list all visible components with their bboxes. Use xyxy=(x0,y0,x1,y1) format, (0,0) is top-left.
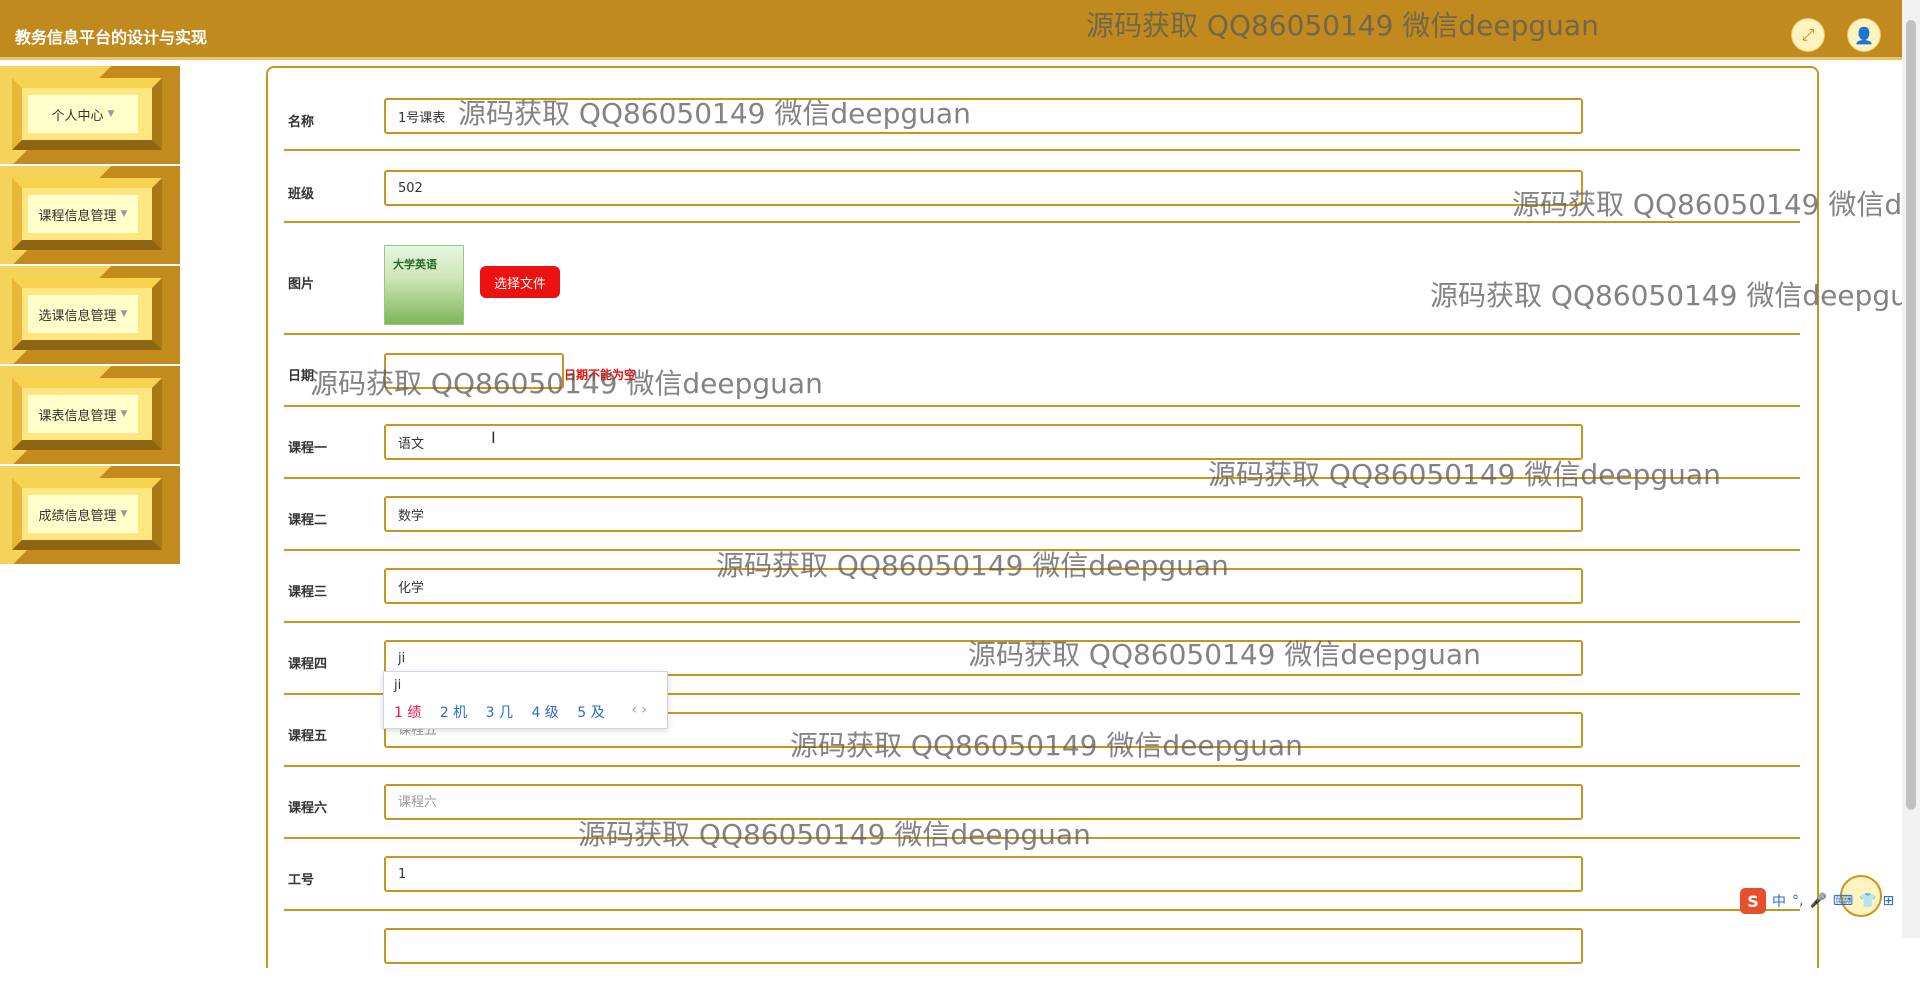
fullscreen-button[interactable]: ⤢ xyxy=(1791,18,1825,52)
skin-icon[interactable]: 👕 xyxy=(1859,893,1876,909)
ime-candidate[interactable]: 4 级 xyxy=(531,705,558,721)
class-input[interactable] xyxy=(384,170,1583,206)
form-row-course1: 课程一 xyxy=(284,405,1800,479)
thumbnail-caption: 大学英语 xyxy=(393,258,437,271)
caret-down-icon: ▼ xyxy=(120,409,128,419)
user-icon: 👤 xyxy=(1854,25,1874,45)
field-label: 班级 xyxy=(288,187,315,202)
text-cursor-icon: I xyxy=(491,428,496,447)
sidebar-item-label[interactable]: 成绩信息管理 ▼ xyxy=(28,495,138,533)
form-row-image: 图片 大学英语 选择文件 xyxy=(284,221,1800,335)
form-row-course2: 课程二 xyxy=(284,477,1800,551)
sidebar-item-grade-info[interactable]: 成绩信息管理 ▼ xyxy=(0,466,180,564)
ime-candidate[interactable]: 2 机 xyxy=(440,705,467,721)
ime-candidate[interactable]: 3 几 xyxy=(486,705,513,721)
course3-input[interactable] xyxy=(384,568,1583,604)
caret-down-icon: ▼ xyxy=(120,509,128,519)
user-button[interactable]: 👤 xyxy=(1847,18,1881,52)
form-row-job-no: 工号 xyxy=(284,837,1800,911)
field-label: 课程四 xyxy=(288,657,328,672)
sidebar-item-text: 课程信息管理 xyxy=(38,208,117,224)
keyboard-icon[interactable]: ⌨ xyxy=(1833,893,1853,909)
sidebar-item-label[interactable]: 课程信息管理 ▼ xyxy=(28,195,138,233)
sidebar-item-text: 课表信息管理 xyxy=(38,408,117,424)
form-row-course3: 课程三 xyxy=(284,549,1800,623)
ime-toolbar: S 中 °, 🎤 ⌨ 👕 ⊞ xyxy=(1740,886,1920,916)
app-title: 教务信息平台的设计与实现 xyxy=(15,28,208,47)
sidebar-item-label[interactable]: 课表信息管理 ▼ xyxy=(28,395,138,433)
date-error-message: 日期不能为空 xyxy=(564,368,637,382)
sidebar-item-selection-info[interactable]: 选课信息管理 ▼ xyxy=(0,266,180,364)
field-label: 图片 xyxy=(288,277,315,292)
punctuation-icon[interactable]: °, xyxy=(1792,893,1803,909)
ime-page-arrows[interactable]: ‹ › xyxy=(631,702,647,718)
form-row-class: 班级 xyxy=(284,149,1800,223)
job-no-input[interactable] xyxy=(384,856,1583,892)
form-row-name: 名称 xyxy=(284,68,1800,151)
field-label: 课程五 xyxy=(288,729,328,744)
ime-candidate[interactable]: 5 及 xyxy=(577,705,604,721)
ime-candidate-list: 1 绩 2 机 3 几 4 级 5 及 xyxy=(394,702,619,722)
course1-input[interactable] xyxy=(384,424,1583,460)
form-row-date: 日期 日期不能为空 xyxy=(284,333,1800,407)
caret-down-icon: ▼ xyxy=(107,109,115,119)
sidebar-item-text: 成绩信息管理 xyxy=(38,508,117,524)
field-label: 课程六 xyxy=(288,801,328,816)
sidebar-item-course-info[interactable]: 课程信息管理 ▼ xyxy=(0,166,180,264)
field-label: 课程三 xyxy=(288,585,328,600)
field-label: 课程一 xyxy=(288,441,328,456)
vertical-scrollbar[interactable] xyxy=(1902,0,1920,938)
sidebar: 个人中心 ▼ 课程信息管理 ▼ 选课信息管理 ▼ 课表信息管理 ▼ 成绩信息管理 ▼ xyxy=(0,66,180,566)
caret-down-icon: ▼ xyxy=(120,309,128,319)
image-thumbnail: 大学英语 xyxy=(384,245,464,325)
menu-grid-icon[interactable]: ⊞ xyxy=(1883,893,1895,909)
form-row-course6: 课程六 xyxy=(284,765,1800,839)
sogou-logo-icon[interactable]: S xyxy=(1740,888,1766,914)
microphone-icon[interactable]: 🎤 xyxy=(1809,893,1826,909)
ime-candidate[interactable]: 1 绩 xyxy=(394,705,421,721)
date-input[interactable] xyxy=(384,353,564,389)
field-label: 名称 xyxy=(288,115,315,130)
sidebar-item-text: 个人中心 xyxy=(51,108,104,124)
caret-down-icon: ▼ xyxy=(120,209,128,219)
sidebar-item-label[interactable]: 选课信息管理 ▼ xyxy=(28,295,138,333)
course2-input[interactable] xyxy=(384,496,1583,532)
top-header: 教务信息平台的设计与实现 ⤢ 👤 xyxy=(0,0,1902,60)
sidebar-item-label[interactable]: 个人中心 ▼ xyxy=(28,95,138,133)
ime-mode-chinese[interactable]: 中 xyxy=(1772,891,1786,911)
ime-composition: ji xyxy=(394,678,402,693)
next-input[interactable] xyxy=(384,928,1583,964)
schedule-form: 名称 班级 图片 大学英语 选择文件 日期 日期不能为空 课程一 课程二 课程三… xyxy=(266,66,1819,968)
course6-input[interactable] xyxy=(384,784,1583,820)
field-label: 课程二 xyxy=(288,513,328,528)
name-input[interactable] xyxy=(384,98,1583,134)
sidebar-item-text: 选课信息管理 xyxy=(38,308,117,324)
choose-file-button[interactable]: 选择文件 xyxy=(480,266,560,298)
field-label: 日期 xyxy=(288,369,315,384)
sidebar-item-schedule-info[interactable]: 课表信息管理 ▼ xyxy=(0,366,180,464)
ime-candidate-popup: ji 1 绩 2 机 3 几 4 级 5 及 ‹ › xyxy=(383,671,668,729)
field-label: 工号 xyxy=(288,873,315,888)
expand-icon: ⤢ xyxy=(1801,25,1815,44)
scrollbar-thumb[interactable] xyxy=(1906,20,1916,810)
form-row-next xyxy=(284,909,1800,981)
sidebar-item-personal-center[interactable]: 个人中心 ▼ xyxy=(0,66,180,164)
